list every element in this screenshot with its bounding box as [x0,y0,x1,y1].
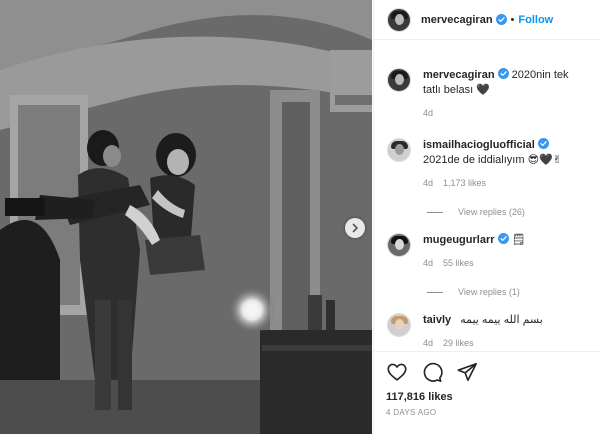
caption-author-username[interactable]: mervecagiran [423,69,495,81]
replies-divider [427,211,443,213]
comment-likes[interactable]: 55 likes [443,258,474,268]
comment-time[interactable]: 4d [423,258,433,268]
post-side-panel: mervecagiran • Follow mervecagiran 2020n… [373,0,600,434]
comment-likes[interactable]: 29 likes [443,338,474,348]
post-header: mervecagiran • Follow [374,0,600,40]
comment-text: 2021de de iddialıyım 😎🖤✌ [423,154,562,166]
view-replies-label: View replies (26) [458,207,525,217]
follow-button[interactable]: Follow [518,14,553,26]
caption: mervecagiran 2020nin tek tatlı belası 🖤 … [387,68,588,121]
commenter-avatar[interactable] [387,313,411,337]
comment-meta: 4d 55 likes [423,256,588,271]
comment-likes[interactable]: 1,173 likes [443,178,486,188]
comment-meta: 4d 1,173 likes [423,176,588,191]
commenter-username[interactable]: taivly [423,314,451,326]
caption-author-avatar[interactable] [387,68,411,92]
commenter-avatar[interactable] [387,138,411,162]
paper-plane-icon[interactable] [456,361,478,383]
chevron-right-icon [352,223,358,233]
comment-item: taivly بسم الله ییمه ییمه 4d 29 likes [387,313,588,348]
author-username[interactable]: mervecagiran [421,14,493,26]
verified-badge-icon [497,233,509,244]
comment-bubble-icon[interactable] [421,361,443,383]
comments-list[interactable]: mervecagiran 2020nin tek tatlı belası 🖤 … [374,41,600,348]
view-replies-button[interactable]: View replies (1) [427,287,588,297]
likes-count[interactable]: 117,816 likes [386,391,588,403]
post-photo [0,0,372,434]
comment-time[interactable]: 4d [423,338,433,348]
author-avatar[interactable] [387,7,411,32]
next-photo-button[interactable] [345,218,365,238]
verified-badge-icon [537,138,549,149]
verified-badge-icon [497,68,509,79]
post-actions: 117,816 likes 4 DAYS AGO [374,351,600,417]
comment-item: ismailhaciogluofficial 2021de de iddialı… [387,138,588,191]
comment-text: 🗒 [511,234,526,246]
comment-item: mugeugurlarr 🗒 4d 55 likes [387,233,588,271]
action-icons [386,360,588,384]
commenter-username[interactable]: mugeugurlarr [423,234,495,246]
view-replies-label: View replies (1) [458,287,520,297]
replies-divider [427,291,443,293]
caption-time[interactable]: 4d [423,108,433,118]
verified-badge-icon [495,14,507,25]
header-separator: • [510,13,515,26]
photo-illustration [0,0,372,434]
comment-text: بسم الله ییمه ییمه [460,314,543,326]
commenter-avatar[interactable] [387,233,411,257]
caption-meta: 4d [423,106,588,121]
post-date[interactable]: 4 DAYS AGO [386,408,588,417]
comment-meta: 4d 29 likes [423,336,588,348]
view-replies-button[interactable]: View replies (26) [427,207,588,217]
heart-icon[interactable] [386,361,408,383]
commenter-username[interactable]: ismailhaciogluofficial [423,139,535,151]
comment-time[interactable]: 4d [423,178,433,188]
